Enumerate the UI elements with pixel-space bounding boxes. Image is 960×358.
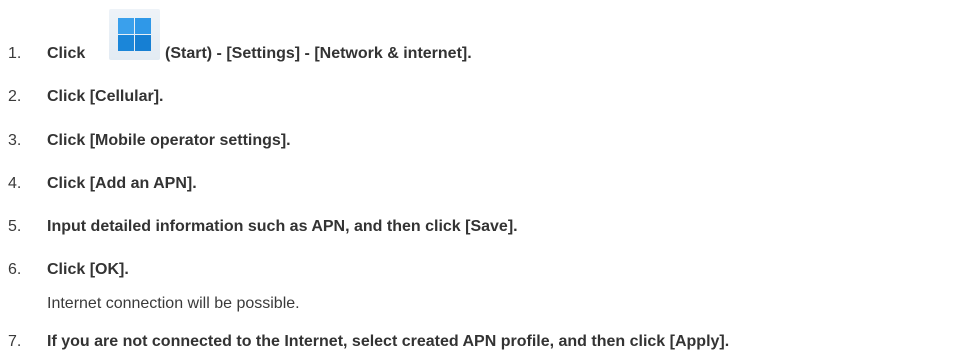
step-text: Click [Cellular].: [47, 88, 164, 105]
step-text: Click [Add an APN].: [47, 175, 197, 192]
step-text-click: Click: [47, 45, 86, 62]
step-text: Input detailed information such as APN, …: [47, 218, 518, 235]
windows-start-icon: [109, 9, 160, 60]
step-number: 4.: [8, 175, 22, 192]
step-text: Click [OK].: [47, 261, 129, 278]
step-number: 2.: [8, 88, 22, 105]
step-6-note: Internet connection will be possible.: [47, 295, 300, 312]
step-number: 6.: [8, 261, 22, 278]
step-text: If you are not connected to the Internet…: [47, 333, 730, 350]
step-number: 3.: [8, 132, 22, 149]
step-number: 5.: [8, 218, 22, 235]
step-text: Click [Mobile operator settings].: [47, 132, 291, 149]
step-text: (Start) - [Settings] - [Network & intern…: [165, 45, 472, 62]
step-number: 7.: [8, 333, 22, 350]
step-number: 1.: [8, 45, 22, 62]
